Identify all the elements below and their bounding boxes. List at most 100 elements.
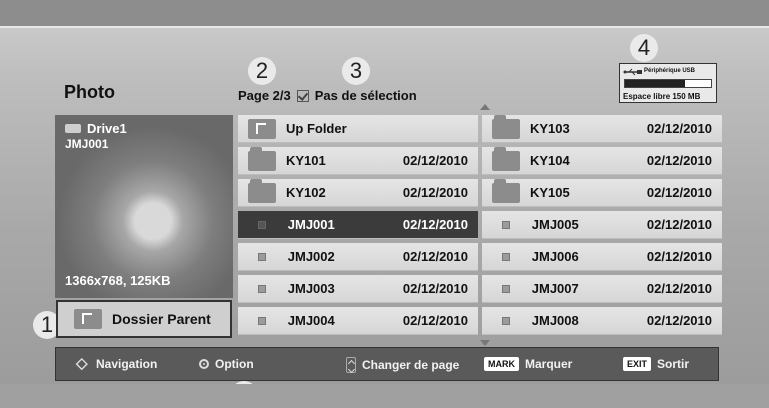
file-date: 02/12/2010 [402,313,468,328]
file-name: JMJ004 [287,313,335,328]
photo-thumbnail-icon [502,316,510,325]
file-date: 02/12/2010 [646,281,712,296]
photo-browser-screen: Photo 2 3 4 1 5 Page 2/3 Pas de sélectio… [0,0,769,408]
selection-status: Pas de sélection [314,88,417,103]
photo-file-item[interactable]: JMJ001 02/12/2010 [238,211,478,239]
callout-3: 3 [342,57,370,85]
photo-file-item[interactable]: JMJ003 02/12/2010 [238,275,478,303]
page-up-down-icon [346,357,356,373]
up-folder-item[interactable]: Up Folder [238,115,478,143]
exit-label: Sortir [657,357,690,371]
file-name: Up Folder [286,121,347,136]
photo-file-item[interactable]: JMJ007 02/12/2010 [482,275,722,303]
usb-space-bar [624,79,712,88]
option-button-icon [199,359,209,369]
option-label: Option [215,357,254,371]
photo-thumbnail-icon [258,284,266,293]
usb-status-box: Périphérique USB Espace libre 150 MB [619,63,717,103]
parent-folder-button[interactable]: Dossier Parent [56,300,232,338]
file-name: KY101 [286,153,326,168]
hard-drive-icon [65,124,81,133]
footer-exit[interactable]: EXIT Sortir [623,357,689,371]
file-name: JMJ002 [287,249,335,264]
file-name: JMJ008 [531,313,579,328]
file-date: 02/12/2010 [402,249,468,264]
top-divider [0,26,769,28]
usb-space-fill [625,80,686,87]
photo-thumbnail-icon [258,252,266,261]
photo-file-item[interactable]: JMJ004 02/12/2010 [238,307,478,335]
file-name: KY105 [530,185,570,200]
photo-thumbnail-icon [502,284,510,293]
folder-icon [492,178,520,203]
folder-icon [492,146,520,171]
navigation-label: Navigation [96,357,158,371]
drive-name: Drive1 [87,121,127,136]
preview-info: 1366x768, 125KB [65,273,171,288]
page-indicator: Page 2/3 [238,88,291,103]
file-name: JMJ001 [287,217,335,232]
file-name: JMJ005 [531,217,579,232]
photo-file-item[interactable]: JMJ005 02/12/2010 [482,211,722,239]
file-name: KY103 [530,121,570,136]
photo-thumbnail-icon [258,220,266,229]
usb-device-label: Périphérique USB [644,68,696,74]
usb-free-space: Espace libre 150 MB [623,92,701,101]
folder-item[interactable]: KY102 02/12/2010 [238,178,478,207]
file-date: 02/12/2010 [646,313,712,328]
exit-key: EXIT [623,357,652,371]
footer-navigation[interactable]: Navigation [76,354,158,372]
file-date: 02/12/2010 [646,249,712,264]
footer-bar: Navigation Option Changer de page MARK M… [55,347,719,381]
photo-thumbnail-icon [258,316,266,325]
callout-4: 4 [630,34,658,62]
page-info: Page 2/3 Pas de sélection [238,88,417,103]
folder-icon [248,146,276,171]
photo-preview: Drive1 JMJ001 1366x768, 125KB [55,115,233,298]
callout-2: 2 [248,57,276,85]
navigation-arrows-icon [76,354,90,372]
file-name: JMJ007 [531,281,579,296]
bottom-bar [0,384,769,408]
file-date: 02/12/2010 [646,185,712,200]
folder-icon [492,114,520,139]
folder-item[interactable]: KY101 02/12/2010 [238,146,478,175]
folder-item[interactable]: KY105 02/12/2010 [482,178,722,207]
scroll-down-icon[interactable] [480,340,490,346]
top-bar [0,0,769,26]
up-folder-icon [74,309,102,329]
page-title: Photo [64,82,115,102]
photo-file-item[interactable]: JMJ002 02/12/2010 [238,243,478,271]
file-date: 02/12/2010 [646,121,712,136]
mark-key: MARK [484,357,519,371]
folder-icon [248,178,276,203]
file-name: KY104 [530,153,570,168]
page-change-label: Changer de page [362,358,460,372]
selection-checkbox-icon[interactable] [296,89,309,102]
file-name: JMJ006 [531,249,579,264]
footer-option[interactable]: Option [199,357,254,371]
footer-page-change[interactable]: Changer de page [346,357,459,373]
file-date: 02/12/2010 [646,153,712,168]
folder-item[interactable]: KY103 02/12/2010 [482,114,722,143]
photo-thumbnail-icon [502,252,510,261]
up-folder-icon [248,118,276,139]
footer-mark[interactable]: MARK Marquer [484,357,572,371]
preview-filename: JMJ001 [65,137,109,151]
file-list-panel: Up Folder KY101 02/12/2010 KY102 02/12/2010 J… [238,114,722,339]
mark-label: Marquer [525,357,573,371]
folder-item[interactable]: KY104 02/12/2010 [482,146,722,175]
photo-file-item[interactable]: JMJ008 02/12/2010 [482,307,722,335]
photo-file-item[interactable]: JMJ006 02/12/2010 [482,243,722,271]
file-date: 02/12/2010 [402,153,468,168]
file-date: 02/12/2010 [646,217,712,232]
file-name: JMJ003 [287,281,335,296]
file-date: 02/12/2010 [402,217,468,232]
file-date: 02/12/2010 [402,281,468,296]
file-date: 02/12/2010 [402,185,468,200]
photo-thumbnail-icon [502,220,510,229]
drive-label: Drive1 [65,121,127,136]
file-name: KY102 [286,185,326,200]
usb-icon [623,68,642,76]
scroll-up-icon[interactable] [480,104,490,110]
